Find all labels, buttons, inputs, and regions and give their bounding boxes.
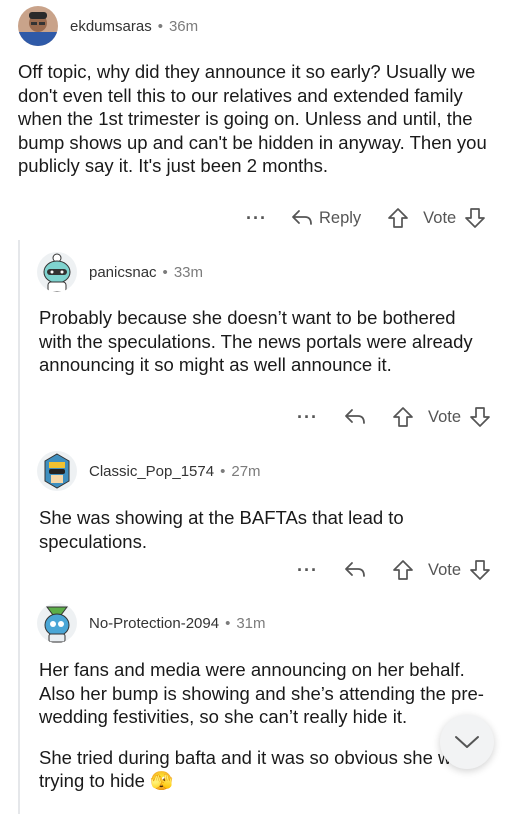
downvote-arrow-icon[interactable]: [464, 207, 486, 229]
timestamp: 31m: [236, 614, 266, 632]
upvote-arrow-icon[interactable]: [387, 207, 409, 229]
vote-label: Vote: [427, 407, 462, 426]
thread-line: [18, 240, 20, 814]
more-options-button[interactable]: ···: [297, 407, 318, 428]
separator-dot: •: [157, 17, 163, 35]
downvote-arrow-icon[interactable]: [469, 406, 491, 428]
reply-label: Reply: [318, 208, 362, 227]
timestamp: 36m: [168, 17, 199, 35]
upvote-arrow-icon[interactable]: [392, 406, 414, 428]
username[interactable]: No-Protection-2094: [89, 615, 219, 632]
comment-header: Classic_Pop_1574 • 27m: [37, 451, 261, 491]
username[interactable]: ekdumsaras: [70, 18, 152, 35]
timestamp: 27m: [231, 462, 261, 480]
comment-paragraph: She tried during bafta and it was so obv…: [39, 746, 471, 792]
username[interactable]: panicsnac: [89, 264, 157, 281]
vote-control: Vote: [387, 207, 486, 229]
reply-arrow-icon: [345, 562, 365, 577]
avatar[interactable]: [37, 603, 77, 643]
reply-button[interactable]: [344, 408, 372, 426]
reply-arrow-icon: [292, 210, 312, 225]
comment-header: No-Protection-2094 • 31m: [37, 603, 266, 643]
reply-button[interactable]: [344, 561, 372, 579]
comment-paragraph: She was showing at the BAFTAs that lead …: [39, 507, 404, 552]
separator-dot: •: [220, 462, 226, 480]
upvote-arrow-icon[interactable]: [392, 559, 414, 581]
comment-header: ekdumsaras • 36m: [18, 6, 198, 46]
comment-actions: ··· Reply Vote: [246, 204, 486, 232]
comment-body: She was showing at the BAFTAs that lead …: [39, 506, 489, 553]
chevron-down-icon: [455, 736, 479, 748]
vote-control: Vote: [392, 406, 491, 428]
comment-paragraph: Her fans and media were announcing on he…: [39, 659, 484, 727]
more-options-button[interactable]: ···: [297, 560, 318, 581]
separator-dot: •: [162, 263, 168, 281]
avatar[interactable]: [18, 6, 58, 46]
comment-body: Off topic, why did they announce it so e…: [18, 60, 498, 178]
comment-header: panicsnac • 33m: [37, 252, 203, 292]
vote-label: Vote: [427, 560, 462, 579]
comment-paragraph: Probably because she doesn’t want to be …: [39, 307, 473, 375]
comment-body: Probably because she doesn’t want to be …: [39, 306, 489, 377]
comment-paragraph: Off topic, why did they announce it so e…: [18, 61, 487, 176]
comment-body: Her fans and media were announcing on he…: [39, 658, 491, 793]
avatar[interactable]: [37, 451, 77, 491]
username[interactable]: Classic_Pop_1574: [89, 463, 214, 480]
timestamp: 33m: [173, 263, 203, 281]
reply-button[interactable]: Reply: [291, 209, 361, 228]
scroll-down-button[interactable]: [440, 715, 494, 769]
downvote-arrow-icon[interactable]: [469, 559, 491, 581]
avatar[interactable]: [37, 252, 77, 292]
vote-control: Vote: [392, 559, 491, 581]
separator-dot: •: [225, 614, 231, 632]
comment-actions: ··· Vote: [297, 556, 491, 584]
more-options-button[interactable]: ···: [246, 208, 267, 229]
comment-actions: ··· Vote: [297, 403, 491, 431]
vote-label: Vote: [423, 208, 457, 227]
reply-arrow-icon: [345, 409, 365, 424]
